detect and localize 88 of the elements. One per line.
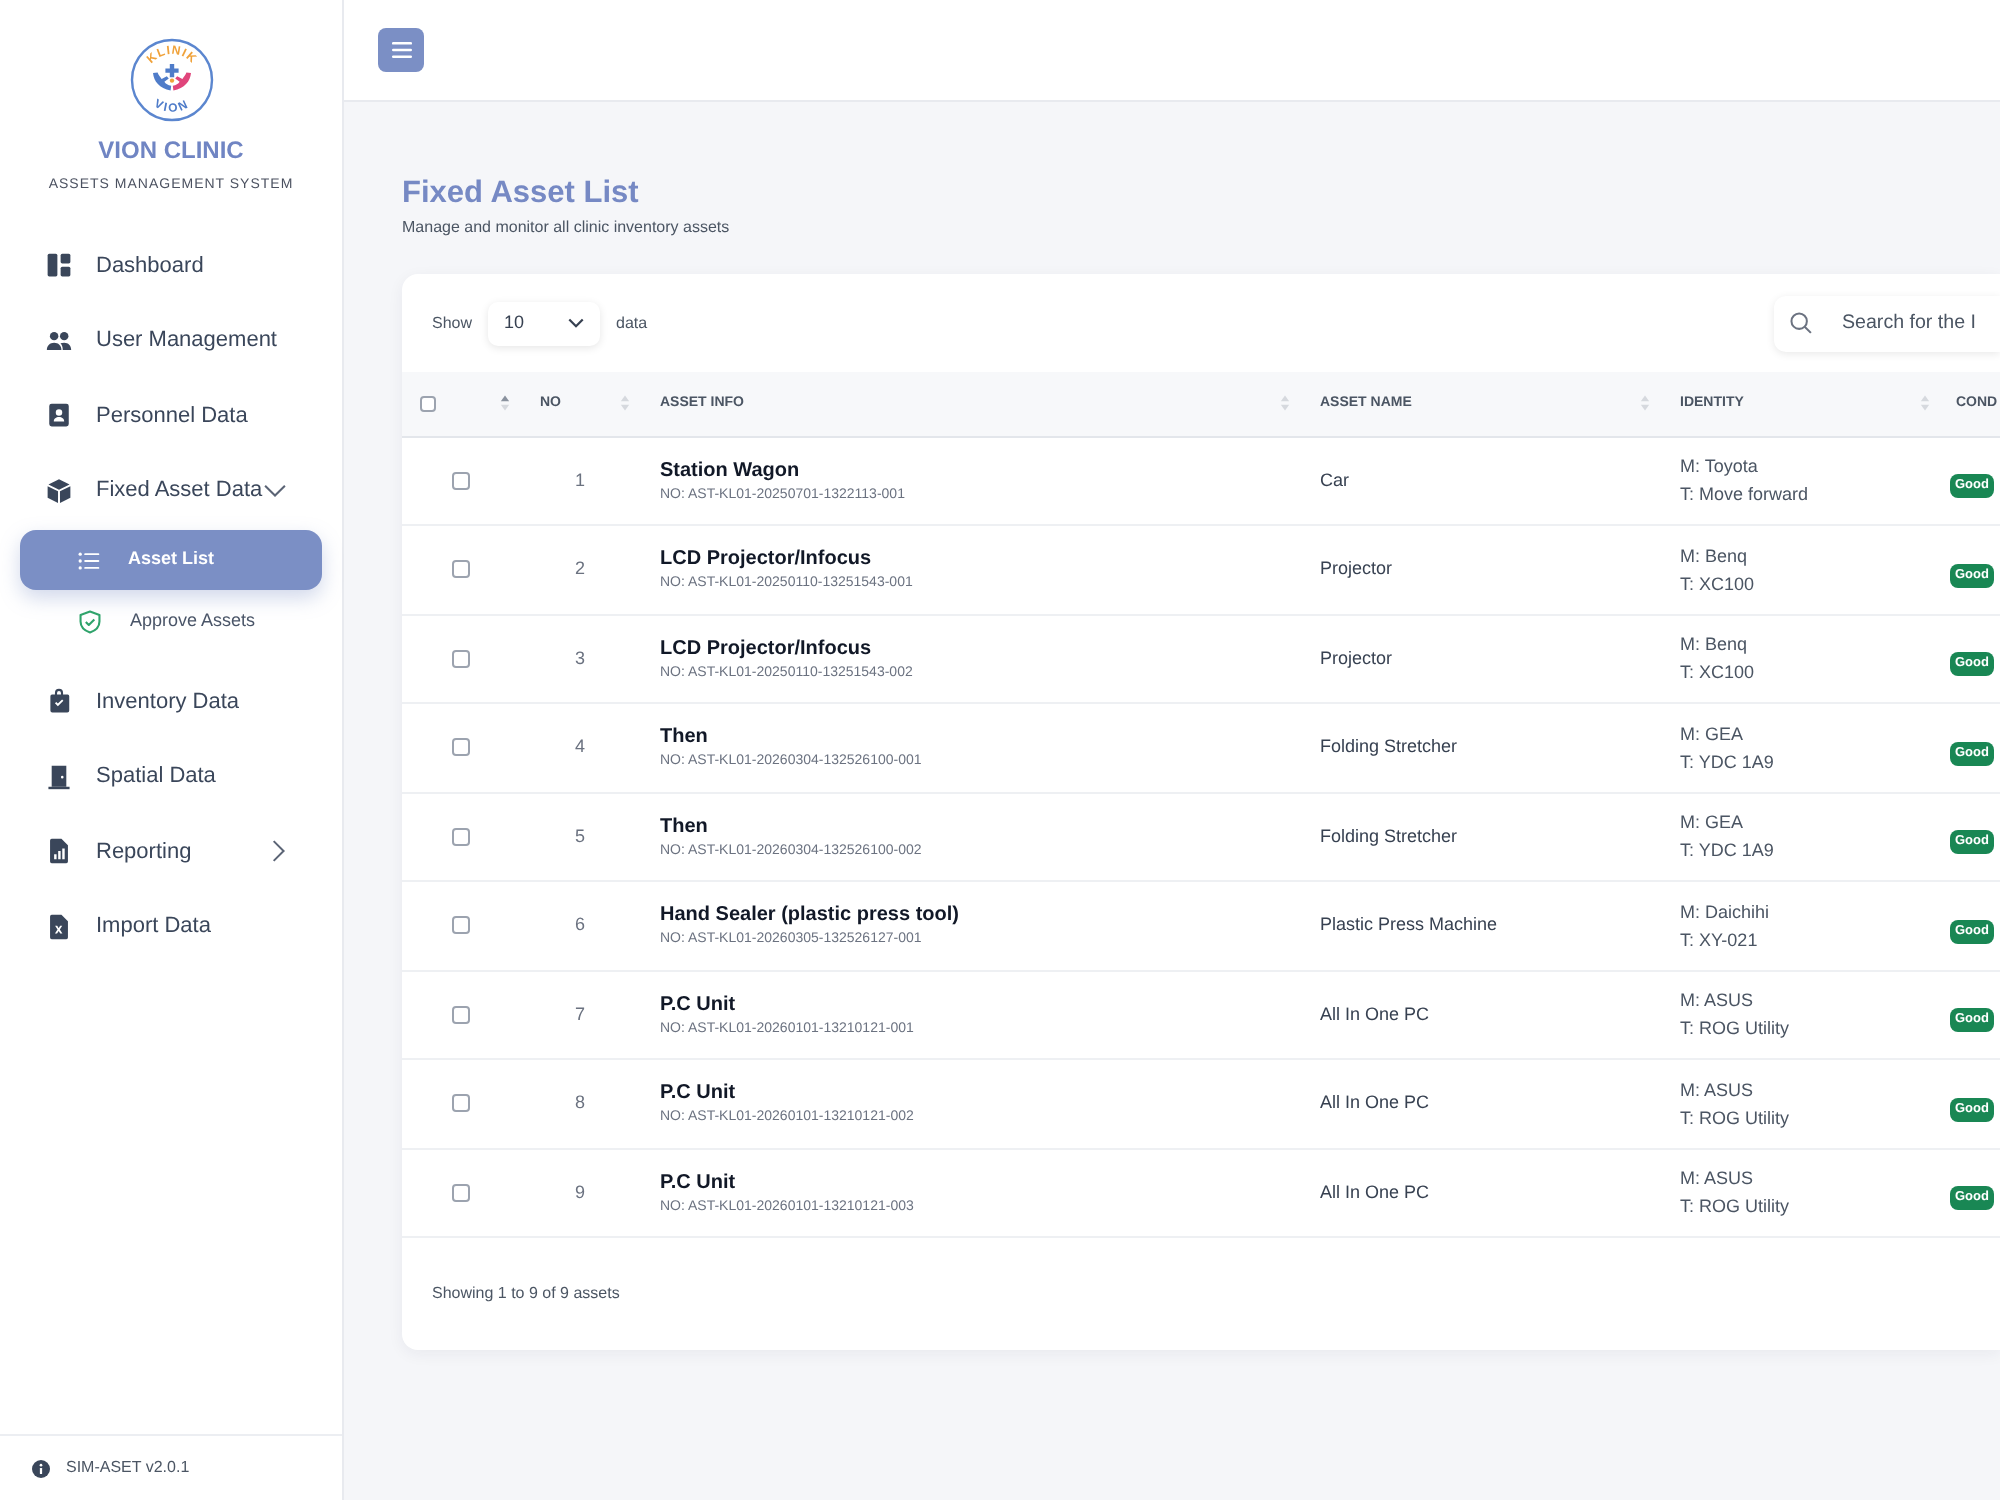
row-checkbox[interactable] — [452, 738, 470, 757]
row-checkbox[interactable] — [452, 1183, 470, 1202]
type-line: T: Move forward — [1680, 482, 1811, 509]
id-badge-icon — [46, 402, 72, 429]
type-line: T: YDC 1A9 — [1680, 749, 1776, 776]
sidebar-item[interactable]: Inventory Data — [0, 664, 342, 739]
row-number: 2 — [520, 525, 640, 614]
info-icon — [32, 1459, 50, 1477]
row-number: 7 — [520, 970, 640, 1059]
show-label: Show — [432, 311, 473, 335]
type-line: T: XC100 — [1680, 571, 1757, 598]
asset-name: Folding Stretcher — [1300, 703, 1660, 792]
sidebar-item[interactable]: Personnel Data — [0, 378, 342, 453]
asset-title: P.C Unit — [660, 991, 738, 1018]
type-line: T: ROG Utility — [1680, 1194, 1792, 1221]
row-number: 1 — [520, 436, 640, 525]
grid-layout-icon — [46, 252, 72, 279]
brand-line: M: ASUS — [1680, 988, 1756, 1015]
asset-name: Car — [1300, 436, 1660, 525]
brand-line: M: Toyota — [1680, 454, 1760, 481]
brand-name: VION CLINIC — [96, 136, 246, 164]
row-checkbox[interactable] — [452, 1094, 470, 1113]
cube-icon — [46, 477, 72, 504]
row-checkbox[interactable] — [452, 649, 470, 668]
type-line: T: YDC 1A9 — [1680, 838, 1776, 865]
row-checkbox[interactable] — [452, 827, 470, 846]
type-line: T: ROG Utility — [1680, 1105, 1792, 1132]
sidebar-item[interactable]: Dashboard — [0, 228, 342, 303]
asset-title: Then — [660, 724, 710, 751]
sidebar-subitem[interactable]: Approve Assets — [20, 592, 322, 652]
asset-title: P.C Unit — [660, 1169, 738, 1196]
type-line: T: XY-021 — [1680, 927, 1760, 954]
page-subtitle: Manage and monitor all clinic inventory assets — [402, 218, 732, 238]
brand-line: M: Benq — [1680, 543, 1750, 570]
row-number: 4 — [520, 703, 640, 792]
brand-line: M: GEA — [1680, 721, 1746, 748]
menu-toggle-button[interactable] — [378, 28, 424, 72]
search-field[interactable]: Search for the I — [1774, 295, 2000, 351]
asset-name: All In One PC — [1300, 1059, 1660, 1148]
row-number: 5 — [520, 792, 640, 881]
type-line: T: XC100 — [1680, 660, 1757, 687]
asset-title: Station Wagon — [660, 457, 802, 484]
select-all-checkbox[interactable] — [420, 395, 436, 412]
chevron-down-icon — [568, 318, 585, 328]
asset-title: Then — [660, 813, 710, 840]
asset-name: Projector — [1300, 614, 1660, 703]
row-checkbox[interactable] — [452, 471, 470, 490]
type-line: T: ROG Utility — [1680, 1016, 1792, 1043]
show-suffix-label: data — [616, 311, 648, 335]
bag-check-icon — [46, 688, 72, 715]
table-info-text: Showing 1 to 9 of 9 assets — [432, 1282, 620, 1306]
asset-name: All In One PC — [1300, 1148, 1660, 1237]
search-icon — [1790, 312, 1812, 334]
sidebar-item[interactable]: Fixed Asset Data — [0, 453, 342, 528]
asset-title: P.C Unit — [660, 1080, 738, 1107]
menu-icon — [391, 42, 411, 58]
asset-name: Projector — [1300, 525, 1660, 614]
row-checkbox[interactable] — [452, 560, 470, 579]
asset-name: All In One PC — [1300, 970, 1660, 1059]
file-x-icon — [46, 913, 72, 940]
file-chart-icon — [46, 838, 72, 865]
shield-check-icon — [78, 610, 102, 634]
row-checkbox[interactable] — [452, 916, 470, 935]
sidebar-item[interactable]: User Management — [0, 303, 342, 378]
version-label: SIM-ASET v2.0.1 — [66, 1456, 190, 1480]
sidebar-item[interactable]: Spatial Data — [0, 739, 342, 814]
page-title: Fixed Asset List — [402, 176, 641, 212]
row-number: 9 — [520, 1148, 640, 1237]
brand-line: M: GEA — [1680, 810, 1746, 837]
page-size-select[interactable]: 10 — [488, 301, 601, 345]
brand-line: M: Benq — [1680, 632, 1750, 659]
row-checkbox[interactable] — [452, 1005, 470, 1024]
row-number: 3 — [520, 614, 640, 703]
asset-title: Hand Sealer (plastic press tool) — [660, 902, 961, 929]
sidebar-item[interactable]: Reporting — [0, 814, 342, 889]
brand-line: M: ASUS — [1680, 1166, 1756, 1193]
users-icon — [46, 327, 72, 354]
asset-title: LCD Projector/Infocus — [660, 546, 874, 573]
brand-line: M: ASUS — [1680, 1077, 1756, 1104]
brand-line: M: Daichihi — [1680, 899, 1772, 926]
list-icon — [78, 549, 100, 571]
asset-title: LCD Projector/Infocus — [660, 635, 874, 662]
door-icon — [46, 763, 72, 790]
sidebar-item[interactable]: Import Data — [0, 889, 342, 964]
asset-name: Folding Stretcher — [1300, 792, 1660, 881]
row-number: 6 — [520, 881, 640, 970]
row-number: 8 — [520, 1059, 640, 1148]
asset-name: Plastic Press Machine — [1300, 881, 1660, 970]
